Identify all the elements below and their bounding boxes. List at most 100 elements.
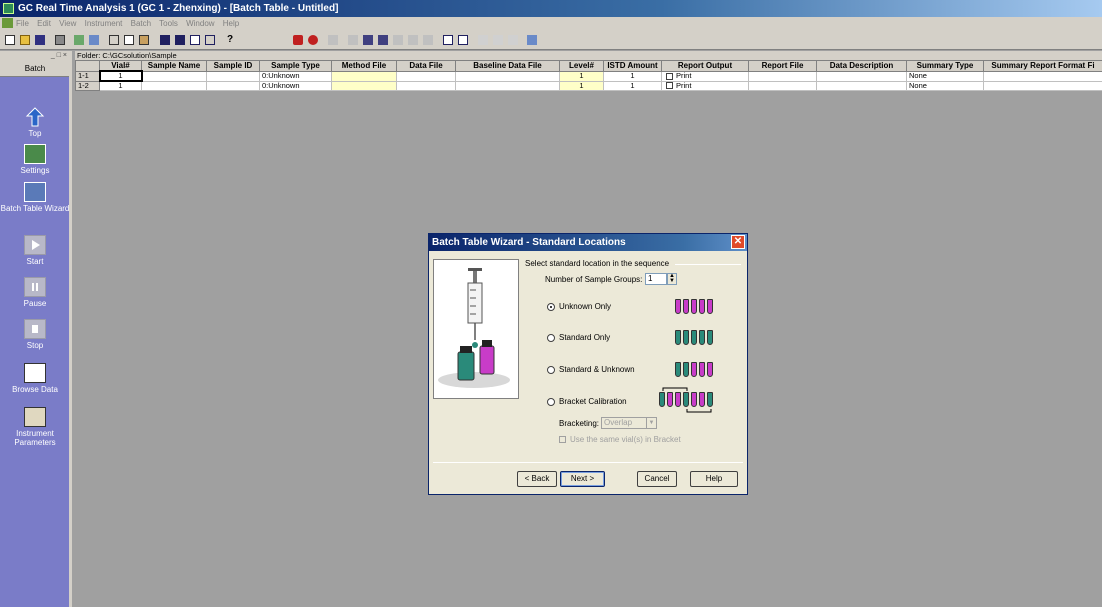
cell-report-file[interactable] xyxy=(748,70,817,82)
menu-file[interactable]: File xyxy=(16,19,29,28)
cancel-button[interactable]: Cancel xyxy=(637,471,677,487)
cell-data-file[interactable] xyxy=(396,80,456,91)
cell-summary-format[interactable] xyxy=(983,80,1102,91)
column-header[interactable]: Sample Type xyxy=(259,60,332,72)
next-button[interactable]: Next > xyxy=(560,471,605,487)
stop-disabled-icon[interactable] xyxy=(505,32,519,46)
run-disabled-icon[interactable] xyxy=(475,32,489,46)
help-button[interactable]: Help xyxy=(690,471,738,487)
sidebar-item-start[interactable]: Start xyxy=(0,235,70,266)
standard-only-label[interactable]: Standard Only xyxy=(559,333,610,342)
undo-icon[interactable] xyxy=(325,32,339,46)
edit-check-icon[interactable] xyxy=(440,32,454,46)
print-icon[interactable] xyxy=(52,32,66,46)
same-vials-checkbox[interactable] xyxy=(559,436,566,443)
cell-data-description[interactable] xyxy=(816,80,907,91)
print-checkbox[interactable] xyxy=(666,82,673,90)
column-header[interactable]: Data Description xyxy=(816,60,907,72)
row-header[interactable]: 1-2 xyxy=(75,80,100,91)
open-folder-icon[interactable] xyxy=(17,32,31,46)
back-button[interactable]: < Back xyxy=(517,471,557,487)
table-tool-6-icon[interactable] xyxy=(420,32,434,46)
delete-row-icon[interactable] xyxy=(172,32,186,46)
insert-row-icon[interactable] xyxy=(157,32,171,46)
bracket-calibration-label[interactable]: Bracket Calibration xyxy=(559,397,627,406)
column-header[interactable]: Sample Name xyxy=(141,60,207,72)
cell-vial[interactable]: 1 xyxy=(99,80,142,91)
chart-icon[interactable] xyxy=(524,32,538,46)
table-tool-3-icon[interactable] xyxy=(375,32,389,46)
cell-sample-id[interactable] xyxy=(206,80,260,91)
column-header[interactable]: Level# xyxy=(559,60,604,72)
cell-data-description[interactable] xyxy=(816,70,907,82)
unknown-only-label[interactable]: Unknown Only xyxy=(559,302,611,311)
column-header[interactable]: Summary Report Format Fi xyxy=(983,60,1102,72)
cell-summary-format[interactable] xyxy=(983,70,1102,82)
new-file-icon[interactable] xyxy=(2,32,16,46)
table-tool-2-icon[interactable] xyxy=(360,32,374,46)
unknown-only-radio[interactable] xyxy=(547,303,555,311)
sidebar-item-pause[interactable]: Pause xyxy=(0,277,70,308)
sidebar-item-stop[interactable]: Stop xyxy=(0,319,70,350)
edit-check-2-icon[interactable] xyxy=(455,32,469,46)
menu-view[interactable]: View xyxy=(59,19,76,28)
cell-report-file[interactable] xyxy=(748,80,817,91)
column-header[interactable]: Report File xyxy=(748,60,817,72)
cell-summary-type[interactable]: None xyxy=(906,70,984,82)
copy-icon[interactable] xyxy=(121,32,135,46)
save-icon[interactable] xyxy=(32,32,46,46)
paste-icon[interactable] xyxy=(136,32,150,46)
table-tool-5-icon[interactable] xyxy=(405,32,419,46)
cell-istd-amount[interactable]: 1 xyxy=(603,80,662,91)
cell-baseline-data-file[interactable] xyxy=(455,70,560,82)
sidebar-window-buttons[interactable]: _ □ × xyxy=(51,52,67,59)
cell-summary-type[interactable]: None xyxy=(906,80,984,91)
cell-istd-amount[interactable]: 1 xyxy=(603,70,662,82)
cell-sample-name[interactable] xyxy=(141,70,207,82)
column-header[interactable] xyxy=(75,60,100,72)
sample-groups-input[interactable]: 1 xyxy=(645,273,667,285)
help-icon[interactable]: ? xyxy=(222,32,236,46)
document-window-icon[interactable] xyxy=(2,18,13,28)
row-header[interactable]: 1-1 xyxy=(75,70,100,82)
standard-unknown-radio[interactable] xyxy=(547,366,555,374)
menu-tools[interactable]: Tools xyxy=(159,19,178,28)
sidebar-item-instrument-parameters[interactable]: Instrument Parameters xyxy=(0,407,70,447)
sidebar-item-batch-table-wizard[interactable]: Batch Table Wizard xyxy=(0,182,70,213)
menu-edit[interactable]: Edit xyxy=(37,19,51,28)
close-icon[interactable]: ✕ xyxy=(731,235,745,249)
menu-window[interactable]: Window xyxy=(186,19,214,28)
cell-data-file[interactable] xyxy=(396,70,456,82)
start-batch-icon[interactable] xyxy=(290,32,304,46)
sample-groups-spinner[interactable]: ▲ ▼ xyxy=(667,273,677,285)
standard-unknown-label[interactable]: Standard & Unknown xyxy=(559,365,635,374)
cell-report-output[interactable]: Print xyxy=(661,70,749,82)
fill-down-icon[interactable] xyxy=(202,32,216,46)
sidebar-item-top[interactable]: Top xyxy=(0,107,70,138)
cell-method-file[interactable] xyxy=(331,80,397,91)
column-header[interactable]: Baseline Data File xyxy=(455,60,560,72)
cell-level[interactable]: 1 xyxy=(559,70,604,82)
column-header[interactable]: Summary Type xyxy=(906,60,984,72)
cell-sample-id[interactable] xyxy=(206,70,260,82)
cell-baseline-data-file[interactable] xyxy=(455,80,560,91)
menu-batch[interactable]: Batch xyxy=(131,19,151,28)
column-header[interactable]: ISTD Amount xyxy=(603,60,662,72)
cell-vial[interactable]: 1 xyxy=(98,70,143,82)
cell-method-file[interactable] xyxy=(331,70,397,82)
stop-batch-icon[interactable] xyxy=(305,32,319,46)
table-tool-4-icon[interactable] xyxy=(390,32,404,46)
sidebar-item-settings[interactable]: Settings xyxy=(0,144,70,175)
pause-disabled-icon[interactable] xyxy=(490,32,504,46)
menu-instrument[interactable]: Instrument xyxy=(85,19,123,28)
print-report-icon[interactable] xyxy=(86,32,100,46)
cell-level[interactable]: 1 xyxy=(559,80,604,91)
sidebar-item-browse-data[interactable]: Browse Data xyxy=(0,363,70,394)
cell-sample-type[interactable]: 0:Unknown xyxy=(259,80,332,91)
cell-sample-type[interactable]: 0:Unknown xyxy=(259,70,332,82)
table-style-icon[interactable] xyxy=(187,32,201,46)
cell-report-output[interactable]: Print xyxy=(661,80,749,91)
column-header[interactable]: Vial# xyxy=(99,60,142,72)
table-tool-1-icon[interactable] xyxy=(345,32,359,46)
cut-icon[interactable] xyxy=(106,32,120,46)
